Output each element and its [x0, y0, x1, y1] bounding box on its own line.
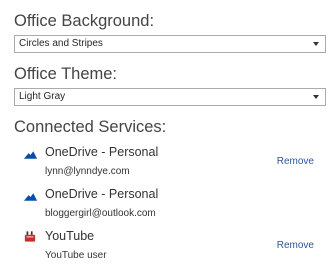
- service-account: YouTube user: [45, 250, 107, 261]
- office-theme-label: Office Theme:: [14, 65, 118, 83]
- onedrive-icon: [23, 193, 38, 201]
- office-background-value: Circles and Stripes: [19, 38, 103, 49]
- chevron-down-icon: [313, 42, 319, 46]
- service-account: bloggergirl@outlook.com: [45, 208, 156, 219]
- remove-link[interactable]: Remove: [277, 240, 314, 251]
- connected-service-item: YouTube YouTube user Remove: [0, 229, 328, 267]
- chevron-down-icon: [313, 95, 319, 99]
- service-name: OneDrive - Personal: [45, 145, 159, 159]
- connected-services-label: Connected Services:: [14, 118, 167, 136]
- youtube-icon: [24, 231, 36, 242]
- service-name: OneDrive - Personal: [45, 187, 159, 201]
- service-account: lynn@lynndye.com: [45, 166, 130, 177]
- connected-service-item: OneDrive - Personal bloggergirl@outlook.…: [0, 187, 328, 225]
- onedrive-icon: [23, 151, 38, 159]
- office-theme-select[interactable]: Light Gray: [14, 88, 326, 106]
- office-theme-value: Light Gray: [19, 91, 66, 102]
- remove-link[interactable]: Remove: [277, 156, 314, 167]
- office-background-label: Office Background:: [14, 12, 155, 30]
- service-name: YouTube: [45, 229, 95, 243]
- connected-service-item: OneDrive - Personal lynn@lynndye.com Rem…: [0, 145, 328, 183]
- office-background-select[interactable]: Circles and Stripes: [14, 35, 326, 53]
